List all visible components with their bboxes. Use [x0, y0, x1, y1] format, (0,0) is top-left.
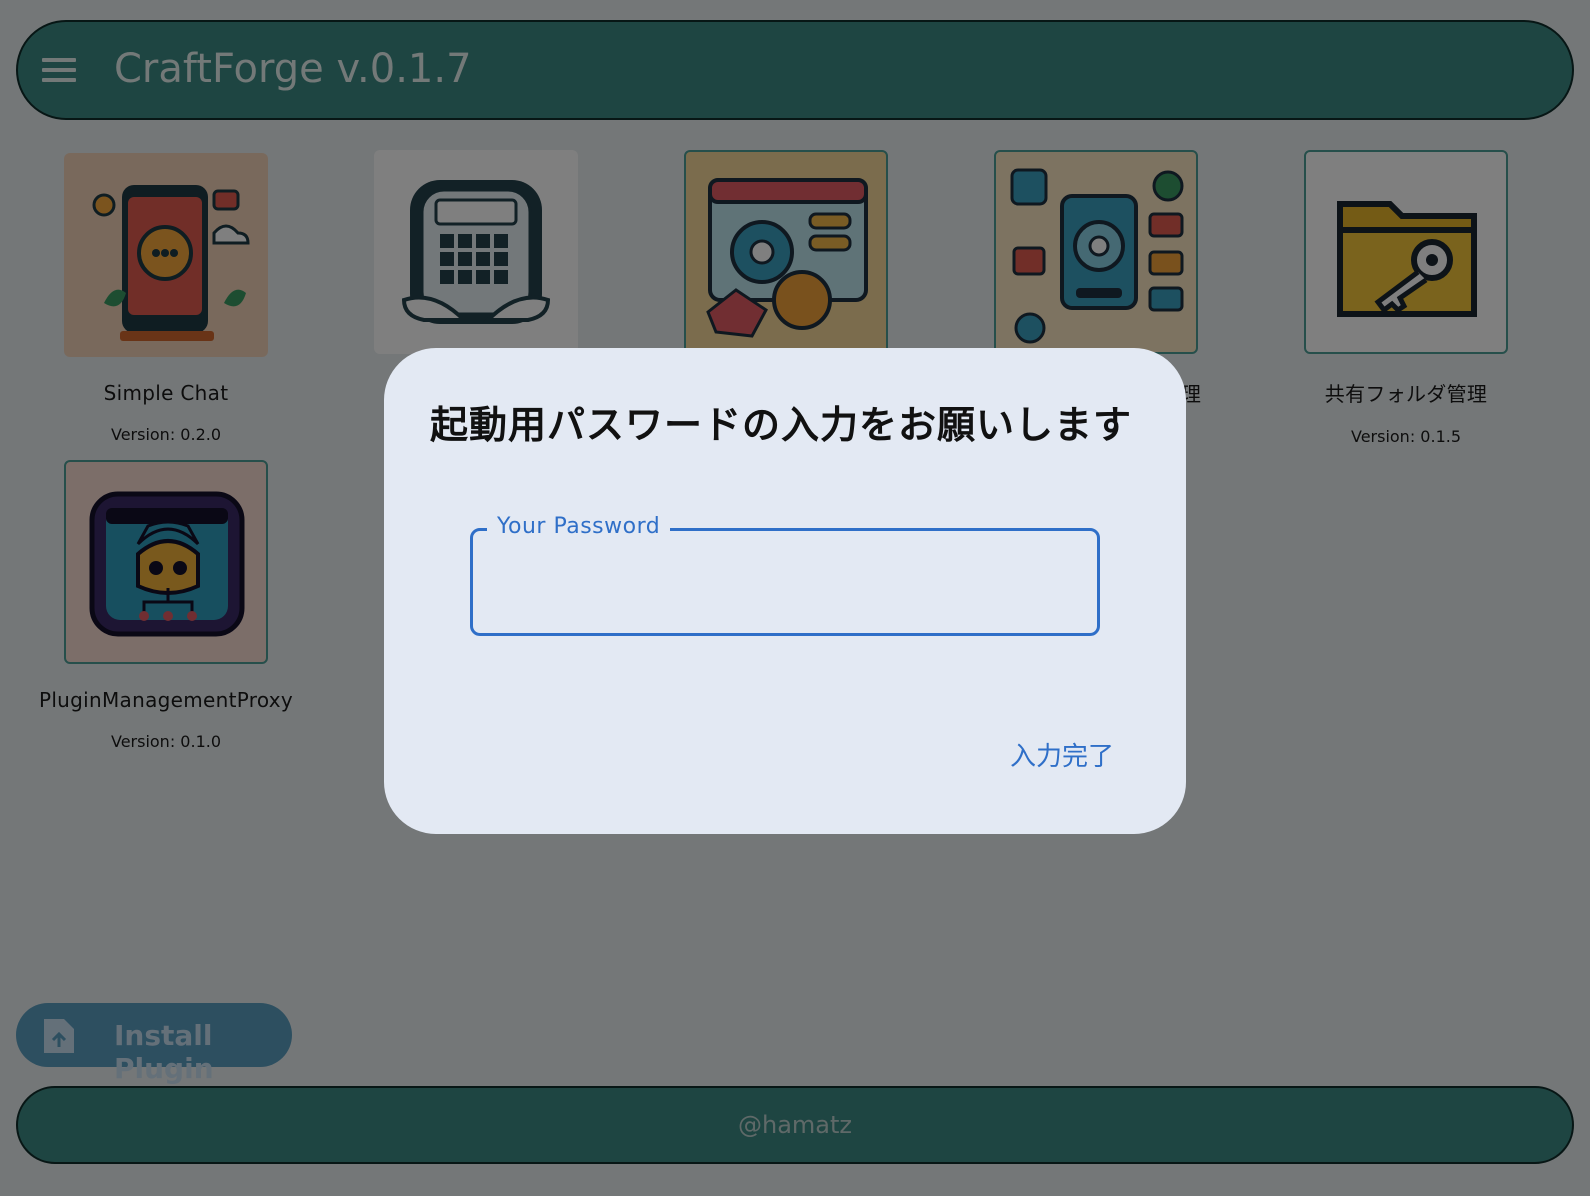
dialog-title: 起動用パスワードの入力をお願いします: [430, 403, 1133, 447]
confirm-button[interactable]: 入力完了: [1010, 736, 1114, 773]
password-field[interactable]: Your Password: [470, 514, 1100, 636]
password-field-label: Your Password: [487, 514, 671, 539]
password-input[interactable]: [491, 561, 1075, 609]
password-dialog: 起動用パスワードの入力をお願いします Your Password 入力完了: [384, 348, 1186, 834]
